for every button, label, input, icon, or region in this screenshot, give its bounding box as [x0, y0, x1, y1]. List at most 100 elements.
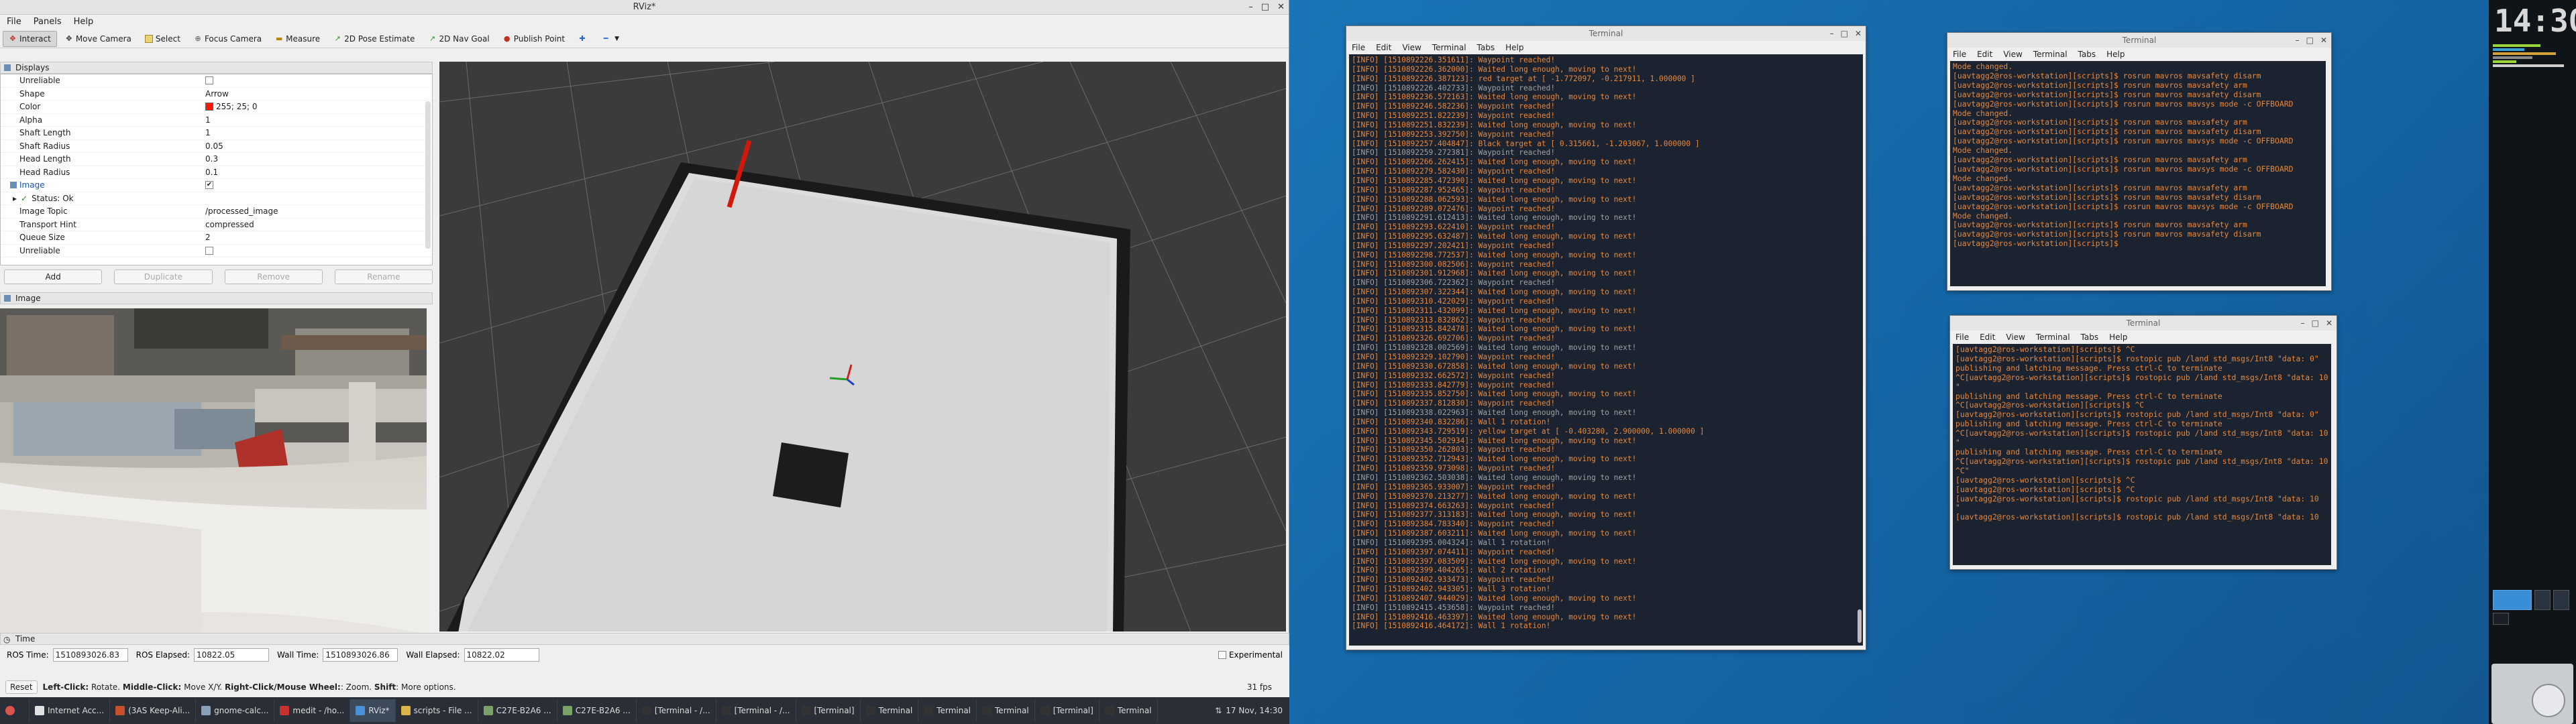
tool-focus-camera[interactable]: ⊕ Focus Camera [189, 31, 267, 47]
prop-row[interactable]: Unreliable [1, 74, 432, 88]
disk-icon[interactable] [2491, 664, 2573, 724]
terminal-titlebar[interactable]: Terminal – □ ✕ [1346, 26, 1866, 41]
taskbar-item[interactable]: [Terminal - /... [637, 699, 716, 722]
minimize-icon[interactable]: – [1830, 26, 1834, 41]
prop-row[interactable]: Color 255; 25; 0 [1, 101, 432, 114]
taskbar-item[interactable]: Internet Acc... [30, 699, 111, 722]
workspace-2[interactable] [2534, 590, 2551, 610]
maximize-icon[interactable]: □ [2312, 316, 2319, 330]
terminal-titlebar[interactable]: Terminal – □ ✕ [1947, 33, 2331, 48]
minimize-icon[interactable]: – [1248, 0, 1253, 15]
maximize-icon[interactable]: □ [1261, 0, 1269, 15]
prop-row[interactable]: Shaft Length 1 [1, 127, 432, 140]
experimental-checkbox[interactable] [1218, 651, 1226, 659]
tool-2d-nav-goal[interactable]: ↗ 2D Nav Goal [423, 31, 494, 47]
reset-button[interactable]: Reset [5, 680, 38, 694]
menu-help[interactable]: Help [2109, 330, 2127, 344]
display-item-image[interactable]: Image ✔ [1, 179, 432, 192]
terminal-output[interactable]: [INFO] [1510892226.351611]: Waypoint rea… [1349, 54, 1863, 646]
expand-icon[interactable]: ▸ [13, 194, 17, 203]
taskbar-clock[interactable]: 17 Nov, 14:30 [1226, 706, 1283, 715]
wall-time-field[interactable] [323, 648, 398, 662]
tool-add[interactable]: ✚ [573, 31, 592, 47]
terminal-output[interactable]: [uavtagg2@ros-workstation][scripts]$ ^C[… [1953, 344, 2331, 565]
close-icon[interactable]: ✕ [1855, 26, 1862, 41]
app-menu-button[interactable] [0, 699, 30, 722]
prop-row-status[interactable]: ▸ ✓ Status: Ok [1, 192, 432, 205]
taskbar-item[interactable]: Terminal [918, 699, 977, 722]
wall-elapsed-field[interactable] [464, 648, 539, 662]
unreliable-checkbox[interactable] [205, 76, 213, 85]
menu-panels[interactable]: Panels [34, 15, 62, 29]
workspace-4[interactable] [2493, 613, 2509, 625]
menu-file[interactable]: File [7, 15, 21, 29]
close-icon[interactable]: ✕ [2326, 316, 2332, 330]
prop-row[interactable]: Image Topic/processed_image [1, 205, 432, 219]
maximize-icon[interactable]: □ [1841, 26, 1848, 41]
duplicate-button[interactable]: Duplicate [114, 269, 213, 284]
close-icon[interactable]: ✕ [1277, 0, 1285, 15]
menu-view[interactable]: View [2006, 330, 2025, 344]
workspace-1[interactable] [2493, 590, 2532, 610]
tool-minus-dropdown[interactable]: ━ ▼ [594, 31, 625, 47]
prop-row[interactable]: Transport Hint compressed [1, 219, 432, 231]
prop-row[interactable]: Alpha 1 [1, 114, 432, 127]
taskbar-item[interactable]: C27E-B2A6 ... [478, 699, 557, 722]
menu-tabs[interactable]: Tabs [1477, 41, 1495, 54]
menu-view[interactable]: View [1402, 41, 1421, 54]
remove-button[interactable]: Remove [224, 269, 323, 284]
menu-help[interactable]: Help [1505, 41, 1523, 54]
maximize-icon[interactable]: □ [2306, 33, 2314, 48]
menu-edit[interactable]: Edit [1980, 330, 1995, 344]
taskbar-item[interactable]: C27E-B2A6 ... [557, 699, 637, 722]
ros-elapsed-field[interactable] [194, 648, 270, 662]
image-enabled-checkbox[interactable]: ✔ [205, 181, 213, 190]
tool-2d-pose-estimate[interactable]: ↗ 2D Pose Estimate [328, 31, 420, 47]
taskbar-item[interactable]: (3AS Keep-Ali... [110, 699, 197, 722]
tool-measure[interactable]: ▬ Measure [270, 31, 325, 47]
menu-terminal[interactable]: Terminal [1432, 41, 1466, 54]
unreliable-checkbox[interactable] [205, 246, 213, 255]
menu-tabs[interactable]: Tabs [2078, 48, 2096, 61]
scrollbar[interactable] [425, 101, 431, 249]
ros-time-field[interactable] [52, 648, 128, 662]
taskbar-item[interactable]: [Terminal - /... [716, 699, 796, 722]
menu-help[interactable]: Help [74, 15, 94, 29]
tool-move-camera[interactable]: ✥ Move Camera [60, 31, 137, 47]
taskbar-item[interactable]: Terminal [1099, 699, 1158, 722]
menu-file[interactable]: File [1955, 330, 1969, 344]
menu-help[interactable]: Help [2106, 48, 2125, 61]
prop-row[interactable]: Head Radius 0.1 [1, 166, 432, 179]
3d-viewport[interactable] [439, 62, 1286, 631]
workspace-3[interactable] [2553, 590, 2569, 610]
network-icon[interactable]: ⇅ [1215, 706, 1222, 715]
menu-file[interactable]: File [1352, 41, 1365, 54]
3d-scene[interactable] [439, 62, 1286, 631]
menu-edit[interactable]: Edit [1376, 41, 1391, 54]
prop-row[interactable]: Shaft Radius 0.05 [1, 140, 432, 153]
taskbar-item[interactable]: scripts - File ... [396, 699, 478, 722]
scrollbar[interactable] [1858, 609, 1862, 643]
tool-publish-point[interactable]: ● Publish Point [498, 31, 570, 47]
taskbar-item[interactable]: Terminal [977, 699, 1035, 722]
terminal-titlebar[interactable]: Terminal – □ ✕ [1950, 316, 2337, 330]
menu-edit[interactable]: Edit [1977, 48, 1992, 61]
taskbar-item[interactable]: gnome-calc... [196, 699, 275, 722]
menu-file[interactable]: File [1953, 48, 1966, 61]
color-swatch[interactable] [205, 103, 213, 111]
taskbar-item[interactable]: [Terminal] [1035, 699, 1099, 722]
menu-terminal[interactable]: Terminal [2033, 48, 2068, 61]
rviz-titlebar[interactable]: RViz* – □ ✕ [0, 0, 1289, 15]
close-icon[interactable]: ✕ [2320, 33, 2327, 48]
prop-row[interactable]: Unreliable [1, 245, 432, 257]
menu-view[interactable]: View [2003, 48, 2022, 61]
menu-tabs[interactable]: Tabs [2081, 330, 2099, 344]
menu-terminal[interactable]: Terminal [2036, 330, 2070, 344]
tool-select[interactable]: Select [140, 31, 186, 47]
taskbar-item[interactable]: [Terminal] [796, 699, 861, 722]
rename-button[interactable]: Rename [334, 269, 433, 284]
add-button[interactable]: Add [4, 269, 103, 284]
minimize-icon[interactable]: – [2296, 33, 2300, 48]
taskbar-item[interactable]: RViz* [350, 699, 396, 722]
tool-interact[interactable]: ✥ Interact [3, 30, 57, 47]
